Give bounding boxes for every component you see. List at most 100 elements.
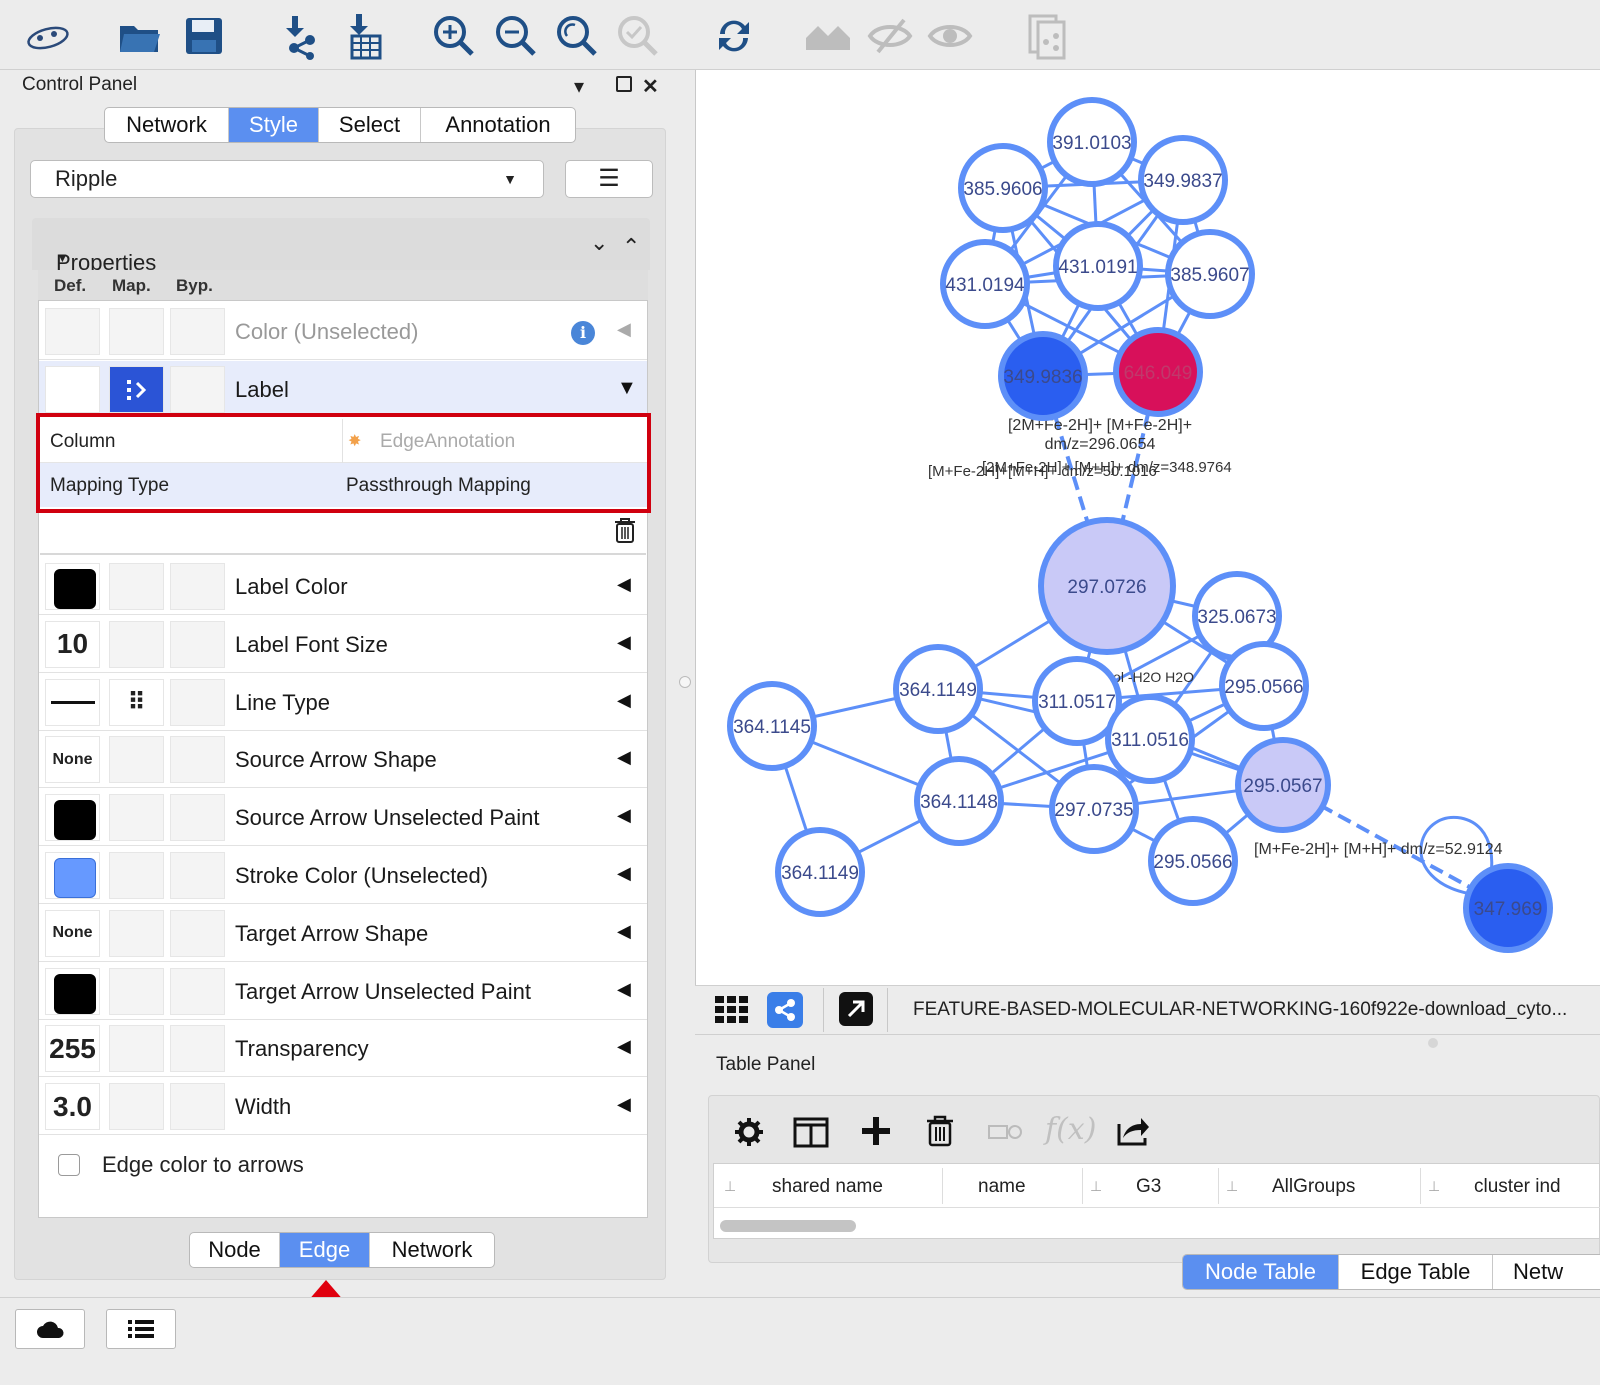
network-node[interactable]: 364.1145 <box>727 681 817 771</box>
tab-network[interactable]: Network <box>105 108 229 142</box>
network-view[interactable]: [2M+Fe-2H]+ [M+Fe-2H]+ dm/z=296.0654 [M+Fe… <box>695 70 1600 985</box>
bypass-cell[interactable] <box>170 852 225 899</box>
bypass-cell[interactable] <box>170 563 225 610</box>
network-node[interactable]: 349.9836 <box>998 331 1088 421</box>
network-canvas[interactable]: [2M+Fe-2H]+ [M+Fe-2H]+dm/z=296.0654[M+Fe… <box>696 70 1600 985</box>
property-row[interactable]: None Source Arrow Shape ◀ <box>39 731 647 789</box>
collapse-all-icon[interactable]: ⌃ <box>622 234 640 260</box>
mapping-type-row[interactable]: Mapping Type Passthrough Mapping <box>40 463 647 507</box>
bypass-cell[interactable] <box>170 1025 225 1073</box>
tab-node[interactable]: Node <box>190 1233 280 1267</box>
function-builder-icon[interactable]: f(x) <box>1045 1112 1096 1147</box>
default-value-cell[interactable] <box>45 967 100 1015</box>
property-row[interactable]: 3.0 Width ◀ <box>39 1078 647 1136</box>
collapse-arrow-icon[interactable]: ▼ <box>617 377 637 400</box>
expand-arrow-icon[interactable]: ◀ <box>617 747 631 768</box>
import-network-icon[interactable] <box>270 8 326 64</box>
mapping-cell[interactable]: ⠿ <box>109 678 164 726</box>
property-row[interactable]: None Target Arrow Shape ◀ <box>39 904 647 962</box>
property-row[interactable]: ⠿ Line Type ◀ <box>39 673 647 731</box>
bypass-cell[interactable] <box>170 620 225 668</box>
export-table-icon[interactable] <box>1115 1114 1151 1153</box>
open-folder-icon[interactable] <box>112 8 168 64</box>
tab-select[interactable]: Select <box>319 108 421 142</box>
default-value-cell[interactable]: 255 <box>45 1025 100 1073</box>
network-node[interactable]: 364.1149 <box>893 644 983 734</box>
splitter-handle[interactable] <box>1428 1038 1438 1048</box>
network-node[interactable]: 295.0567 <box>1235 737 1331 833</box>
delete-column-icon[interactable] <box>925 1114 955 1153</box>
add-column-icon[interactable] <box>859 1114 893 1153</box>
grid-view-icon[interactable] <box>713 994 753 1031</box>
network-node[interactable]: 431.0194 <box>940 239 1030 329</box>
mapping-type-value[interactable]: Passthrough Mapping <box>346 475 531 497</box>
bypass-cell[interactable] <box>170 909 225 957</box>
network-node[interactable]: 297.0735 <box>1049 764 1139 854</box>
mapping-cell[interactable] <box>109 620 164 668</box>
bypass-cell[interactable] <box>170 736 225 784</box>
expand-all-icon[interactable]: ⌄ <box>590 230 608 256</box>
default-cell[interactable] <box>45 308 100 355</box>
delete-mapping-icon[interactable] <box>612 516 638 549</box>
bypass-cell[interactable] <box>170 308 225 355</box>
network-node[interactable]: 364.1148 <box>914 756 1004 846</box>
bypass-cell[interactable] <box>170 678 225 726</box>
float-panel-icon[interactable] <box>616 76 632 92</box>
bypass-cell[interactable] <box>170 366 225 413</box>
style-dropdown[interactable]: Ripple ▼ <box>30 160 544 198</box>
mapping-cell[interactable] <box>109 563 164 610</box>
property-row[interactable]: Source Arrow Unselected Paint ◀ <box>39 789 647 847</box>
column-header-shared-name[interactable]: shared name <box>772 1176 883 1198</box>
default-value-cell[interactable]: 3.0 <box>45 1083 100 1131</box>
network-node[interactable]: 295.0566 <box>1148 816 1238 906</box>
network-node[interactable]: 391.0103 <box>1047 97 1137 187</box>
default-value-cell[interactable] <box>45 563 100 610</box>
gear-icon[interactable] <box>733 1116 765 1153</box>
cytoscape-logo-icon[interactable] <box>20 8 76 64</box>
column-header-allgroups[interactable]: AllGroups <box>1272 1176 1355 1198</box>
mapping-cell[interactable] <box>109 366 164 413</box>
default-value-cell[interactable]: None <box>45 736 100 784</box>
mapping-cell[interactable] <box>109 909 164 957</box>
expand-arrow-icon[interactable]: ◀ <box>617 921 631 942</box>
property-row[interactable]: 10 Label Font Size ◀ <box>39 615 647 673</box>
refresh-icon[interactable] <box>706 8 762 64</box>
mapping-column-row[interactable]: Column ✸ EdgeAnnotation <box>40 419 647 463</box>
tab-edge[interactable]: Edge <box>280 1233 370 1267</box>
column-header-cluster-index[interactable]: cluster ind <box>1474 1176 1561 1198</box>
expand-arrow-icon[interactable]: ◀ <box>617 632 631 653</box>
network-node[interactable]: 347.969 <box>1463 863 1553 953</box>
bypass-cell[interactable] <box>170 967 225 1015</box>
link-columns-icon[interactable] <box>987 1124 1023 1145</box>
tab-edge-table[interactable]: Edge Table <box>1339 1255 1493 1289</box>
property-row[interactable]: Label Color ◀ <box>39 558 647 615</box>
expand-arrow-icon[interactable]: ◀ <box>617 1036 631 1057</box>
zoom-selected-icon[interactable] <box>610 8 666 64</box>
show-icon[interactable] <box>922 8 978 64</box>
edge-color-to-arrows-checkbox[interactable] <box>58 1154 80 1176</box>
default-cell[interactable] <box>45 366 100 413</box>
mapping-cell[interactable] <box>109 967 164 1015</box>
style-options-button[interactable]: ☰ <box>565 160 653 198</box>
default-value-cell[interactable]: 10 <box>45 620 100 668</box>
expand-arrow-icon[interactable]: ◀ <box>617 690 631 711</box>
property-row-color-unselected[interactable]: Color (Unselected) i ◀ <box>39 303 647 360</box>
node-table[interactable]: ⊥ shared name name ⊥ G3 ⊥ AllGroups ⊥ cl… <box>713 1163 1600 1239</box>
tab-style[interactable]: Style <box>229 108 319 142</box>
zoom-fit-icon[interactable] <box>549 8 605 64</box>
expand-arrow-icon[interactable]: ◀ <box>617 805 631 826</box>
import-table-icon[interactable] <box>334 8 390 64</box>
expand-arrow-icon[interactable]: ◀ <box>617 979 631 1000</box>
tab-node-table[interactable]: Node Table <box>1183 1255 1339 1289</box>
share-network-icon[interactable] <box>767 992 803 1028</box>
panel-menu-icon[interactable]: ▾ <box>574 74 584 99</box>
property-row[interactable]: 255 Transparency ◀ <box>39 1020 647 1078</box>
bypass-cell[interactable] <box>170 794 225 842</box>
horizontal-scrollbar[interactable] <box>720 1220 856 1232</box>
network-node[interactable]: 349.9837 <box>1138 135 1228 225</box>
mapping-cell[interactable] <box>109 1083 164 1131</box>
mapping-cell[interactable] <box>109 736 164 784</box>
network-node[interactable]: 431.0191 <box>1053 221 1143 311</box>
default-value-cell[interactable]: None <box>45 909 100 957</box>
tab-network-table[interactable]: Netw <box>1493 1255 1600 1289</box>
